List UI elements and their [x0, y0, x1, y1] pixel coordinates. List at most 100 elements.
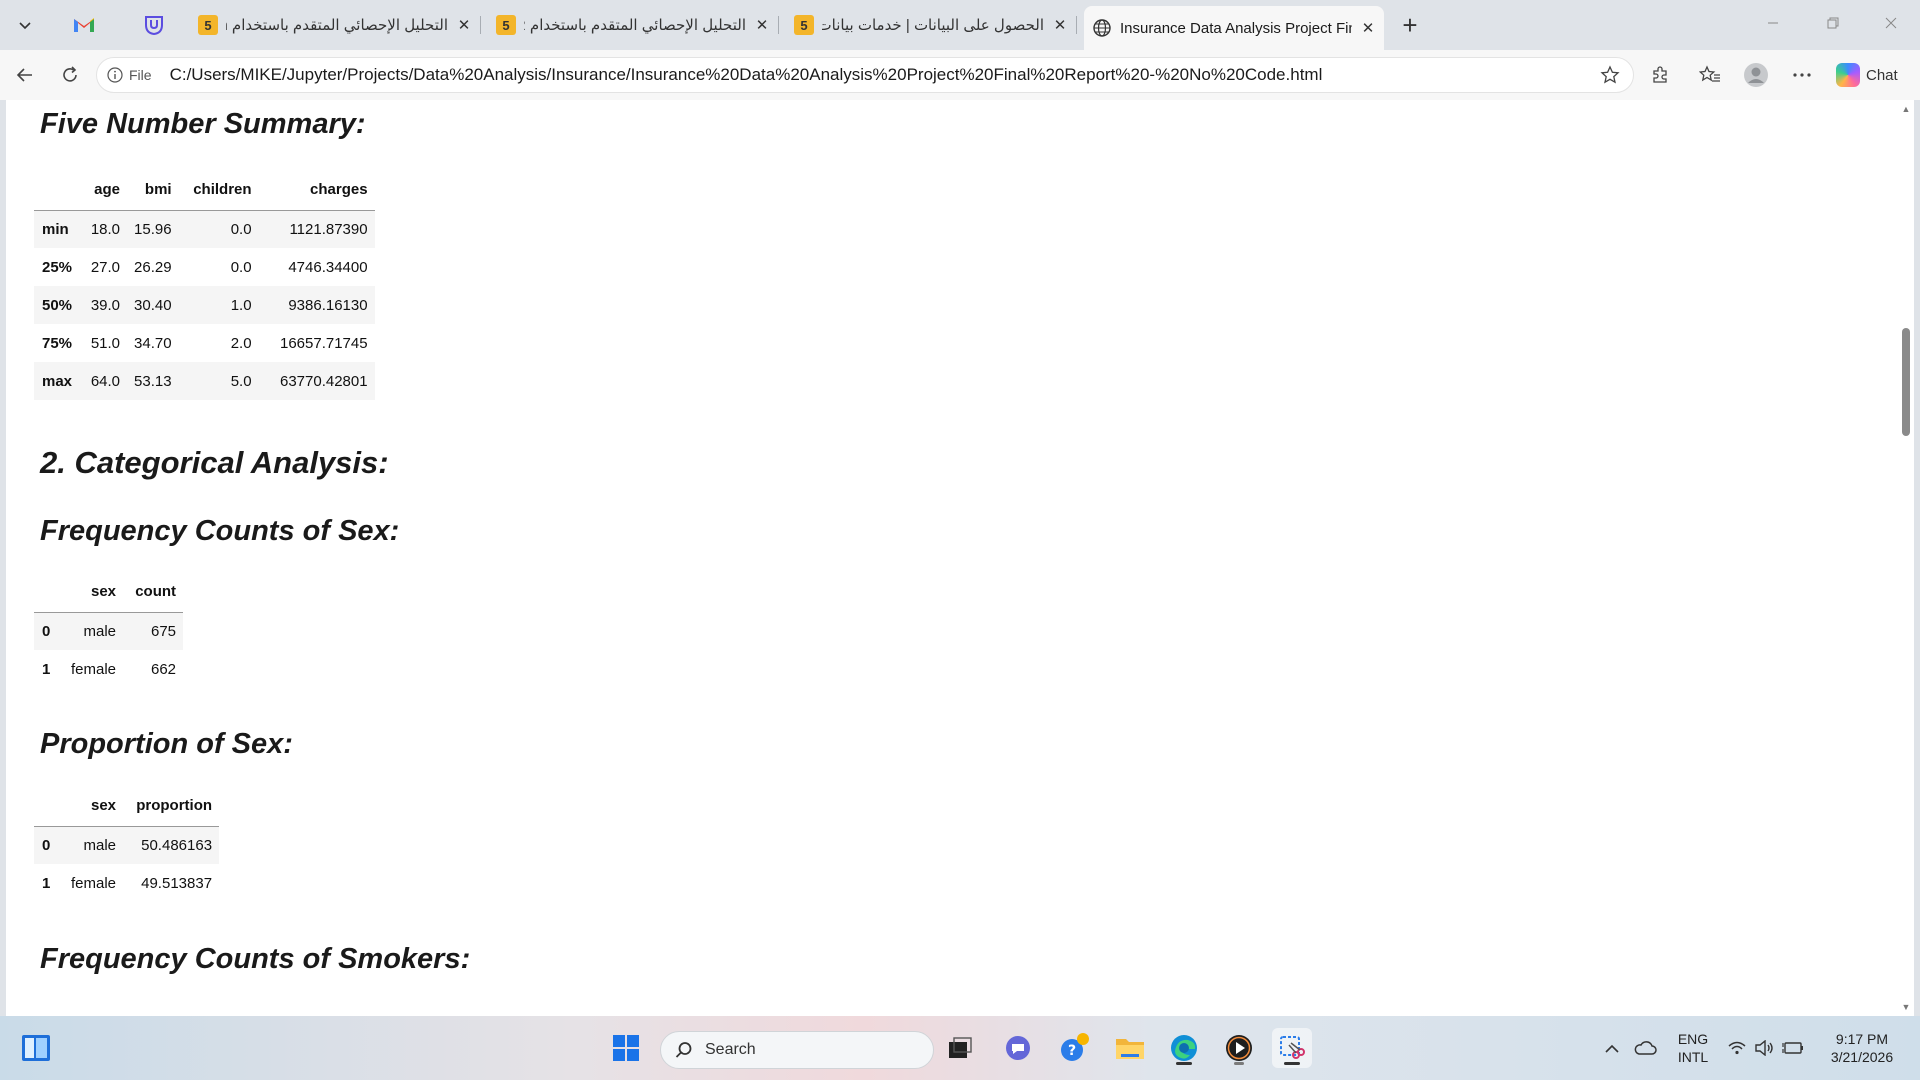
- close-icon[interactable]: ✕: [456, 16, 472, 34]
- smokers-counts-heading: Frequency Counts of Smokers:: [40, 943, 471, 975]
- back-button[interactable]: [9, 59, 41, 91]
- tab-3[interactable]: 5 الحصول على البيانات | خدمات بيانات ✕: [786, 6, 1077, 44]
- tab-favicon: 5: [496, 15, 516, 35]
- clock[interactable]: 9:17 PM 3/21/2026: [1814, 1030, 1910, 1066]
- minimize-button[interactable]: [1750, 8, 1796, 38]
- show-hidden-icons-button[interactable]: [1600, 1028, 1624, 1068]
- edge-browser-app[interactable]: [1164, 1028, 1204, 1068]
- tab-title: الحصول على البيانات | خدمات بيانات: [822, 17, 1044, 34]
- scroll-up-icon[interactable]: ▲: [1901, 104, 1911, 114]
- pinned-tab-u[interactable]: [134, 10, 174, 40]
- widgets-icon: [22, 1035, 50, 1061]
- new-tab-button[interactable]: +: [1393, 10, 1427, 40]
- info-icon: [107, 67, 123, 83]
- chat-bubble-icon: [1006, 1036, 1030, 1060]
- table-cell: 15.96: [134, 220, 172, 238]
- close-window-button[interactable]: [1868, 8, 1914, 38]
- profile-button[interactable]: [1740, 59, 1772, 91]
- lang-line-1: ENG: [1677, 1031, 1709, 1047]
- restore-button[interactable]: [1810, 8, 1856, 38]
- teams-app[interactable]: [998, 1028, 1038, 1068]
- taskbar-search-box[interactable]: Search: [660, 1031, 934, 1069]
- address-bar[interactable]: File C:/Users/MIKE/Jupyter/Projects/Data…: [96, 57, 1634, 93]
- cloud-icon: [1634, 1041, 1657, 1055]
- running-indicator: [1176, 1062, 1192, 1065]
- running-indicator: [1234, 1062, 1244, 1065]
- volume-icon: [1755, 1040, 1773, 1056]
- row-label: min: [42, 220, 69, 238]
- favorites-icon: [1699, 65, 1720, 82]
- pinned-tab-gmail[interactable]: [64, 10, 104, 40]
- column-header: [34, 786, 64, 827]
- table-cell: 53.13: [134, 372, 172, 390]
- table-cell: 1.0: [230, 296, 252, 314]
- task-view-icon: [949, 1037, 972, 1058]
- table-row: 1 female 49.513837: [34, 864, 220, 902]
- tab-2[interactable]: 5 التحليل الإحصائي المتقدم باستخدام R ✕: [488, 6, 779, 44]
- table-header-row: sex count: [34, 572, 184, 613]
- sex-counts-table: sex count 0 male 675 1 female 662: [34, 572, 184, 688]
- five-number-summary-heading: Five Number Summary:: [40, 108, 366, 140]
- table-cell: male: [83, 836, 117, 854]
- snipping-tool-icon: [1280, 1036, 1305, 1059]
- favorites-button[interactable]: [1694, 59, 1726, 91]
- site-info-button[interactable]: File: [107, 67, 152, 83]
- column-header: count: [123, 572, 184, 613]
- scroll-down-icon[interactable]: ▼: [1901, 1002, 1911, 1012]
- page-scrollbar[interactable]: ▲ ▼: [1898, 100, 1914, 1016]
- table-cell: 1121.87390: [289, 220, 368, 238]
- onedrive-button[interactable]: [1630, 1028, 1660, 1068]
- tab-favicon: 5: [198, 15, 218, 35]
- refresh-button[interactable]: [54, 59, 86, 91]
- extensions-button[interactable]: [1644, 59, 1676, 91]
- settings-menu-button[interactable]: [1786, 59, 1818, 91]
- five-number-summary-table: age bmi children charges min 18.0 15.96 …: [34, 170, 375, 400]
- close-icon: [1885, 17, 1897, 29]
- svg-text:?: ?: [1068, 1043, 1076, 1059]
- copilot-chat-button[interactable]: Chat: [1832, 59, 1910, 91]
- table-cell: 49.513837: [141, 874, 213, 892]
- table-cell: female: [71, 660, 117, 678]
- tab-actions-button[interactable]: [8, 10, 42, 40]
- column-header: age: [79, 170, 128, 211]
- clock-date: 3/21/2026: [1830, 1049, 1894, 1065]
- favorite-button[interactable]: [1595, 60, 1625, 90]
- scrollbar-thumb[interactable]: [1902, 328, 1910, 436]
- table-cell: 4746.34400: [288, 258, 368, 276]
- play-icon: [1226, 1035, 1252, 1061]
- refresh-icon: [63, 66, 77, 82]
- table-row: max 64.0 53.13 5.0 63770.42801: [34, 362, 375, 400]
- tab-1[interactable]: 5 التحليل الإحصائي المتقدم باستخدام n ✕: [190, 6, 481, 44]
- table-cell: 0.0: [230, 258, 252, 276]
- u-shield-icon: [145, 16, 163, 36]
- row-label: 1: [42, 660, 51, 678]
- table-cell: 675: [151, 622, 177, 640]
- tab-active[interactable]: Insurance Data Analysis Project Final Re…: [1084, 6, 1384, 50]
- file-explorer-app[interactable]: [1110, 1028, 1150, 1068]
- row-label: max: [42, 372, 73, 390]
- clock-time: 9:17 PM: [1835, 1031, 1889, 1047]
- start-button[interactable]: [606, 1028, 646, 1068]
- gmail-icon: [74, 18, 94, 32]
- table-cell: female: [71, 874, 117, 892]
- table-cell: 63770.42801: [279, 372, 368, 390]
- task-view-button[interactable]: [940, 1028, 980, 1068]
- table-row: 0 male 675: [34, 612, 184, 650]
- tab-title: Insurance Data Analysis Project Final Re…: [1120, 19, 1352, 37]
- close-icon[interactable]: ✕: [754, 16, 770, 34]
- widgets-button[interactable]: [16, 1028, 56, 1068]
- close-icon[interactable]: ✕: [1052, 16, 1068, 34]
- snipping-tool-app[interactable]: [1272, 1028, 1312, 1068]
- taskbar: Search ? ENG INTL 9:17 PM 3/21/2026: [0, 1016, 1920, 1080]
- quick-settings-button[interactable]: [1726, 1028, 1806, 1068]
- close-icon[interactable]: ✕: [1360, 19, 1376, 37]
- page-viewport: Five Number Summary: age bmi children ch…: [6, 100, 1914, 1016]
- input-language-indicator[interactable]: ENG INTL: [1668, 1030, 1718, 1066]
- tips-app[interactable]: ?: [1055, 1028, 1095, 1068]
- table-header-row: sex proportion: [34, 786, 220, 827]
- table-cell: 64.0: [90, 372, 121, 390]
- media-player-app[interactable]: [1219, 1028, 1259, 1068]
- url-text[interactable]: C:/Users/MIKE/Jupyter/Projects/Data%20An…: [170, 65, 1323, 85]
- more-horizontal-icon: [1793, 73, 1811, 77]
- wifi-icon: [1728, 1041, 1746, 1055]
